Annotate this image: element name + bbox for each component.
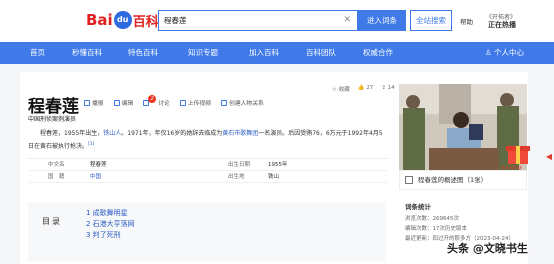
info-row: 国 籍 中国 出生地 铁山 (28, 171, 388, 183)
link-tieshan[interactable]: 铁山人 (103, 130, 121, 137)
nav-item-home[interactable]: 首页 (30, 42, 45, 64)
search-input[interactable]: 程春莲 ✕ (158, 10, 358, 31)
entry-actions: 播报 编辑 2 讨论 上传视频 创建人物关系 (84, 94, 264, 107)
speaker-icon (84, 99, 90, 106)
user-center-link[interactable]: ♙ 个人中心 (485, 42, 524, 64)
discuss-button[interactable]: 2 讨论 (143, 94, 170, 107)
views-count: 浏览次数：269645次 (405, 216, 459, 222)
collect-button[interactable]: ☆ 收藏 (332, 85, 350, 93)
reference-link[interactable]: [1] (88, 142, 94, 147)
nav-item-join[interactable]: 加入百科 (249, 42, 279, 64)
help-link[interactable]: 帮助 (460, 16, 473, 26)
toc-title: 目录 (42, 217, 62, 226)
basic-info-table: 中文名 程春莲 出生日期 1955年 国 籍 中国 出生地 铁山 (28, 158, 388, 183)
summary-paragraph: 程春莲，1955年出生，铁山人。1971年，年仅16岁的她辞去临成为黄石市歌舞团… (28, 130, 383, 150)
entry-subtitle: 中国刑侦案例演员 (28, 116, 77, 123)
photo-caption-link[interactable]: 程春莲的概述图（1张） (399, 170, 527, 190)
discuss-count-badge: 2 (148, 94, 157, 103)
table-of-contents: 目录 1 成歌舞明星 2 石港大亨落网 3 判了死刑 (28, 202, 386, 262)
broadcast-button[interactable]: 播报 (84, 98, 104, 107)
gallery-icon (405, 176, 413, 184)
enter-entry-button[interactable]: 进入词条 (358, 10, 406, 31)
search-value: 程春莲 (164, 16, 187, 25)
close-icon[interactable]: ✕ (343, 11, 351, 30)
watermark: 头条 @文晓书生 (447, 240, 528, 256)
nav-item-topics[interactable]: 知识专题 (188, 42, 218, 64)
promo-status[interactable]: 正在热播 (488, 20, 516, 30)
top-header: Bai du 百科 程春莲 ✕ 进入词条 全站搜索 帮助 《开拓者》 正在热播 (0, 0, 554, 42)
chevron-left-icon[interactable]: ◀ (546, 152, 552, 161)
pencil-icon (113, 99, 120, 106)
relation-icon (221, 99, 228, 106)
gift-graphic (506, 146, 530, 164)
nav-item-miaodong[interactable]: 秒懂百科 (72, 42, 102, 64)
info-row: 中文名 程春莲 出生日期 1955年 (28, 159, 388, 171)
site-search-button[interactable]: 全站搜索 (410, 10, 452, 31)
paw-icon: du (113, 11, 132, 29)
nav-item-featured[interactable]: 特色百科 (128, 42, 158, 64)
create-relation-button[interactable]: 创建人物关系 (221, 98, 264, 107)
stats-title: 词条统计 (405, 203, 431, 211)
like-button[interactable]: 👍 27 (358, 85, 374, 93)
user-center-label: 个人中心 (494, 48, 524, 57)
user-icon: ♙ (484, 48, 494, 57)
link-huangshi-troupe[interactable]: 黄石市歌舞团 (222, 130, 258, 137)
photo-caption: 程春莲的概述图（1张） (418, 176, 488, 184)
entry-stats: ☆ 收藏 👍 27 ⇪ 14 (332, 85, 395, 93)
upload-video-button[interactable]: 上传视频 (179, 98, 211, 107)
main-nav: 首页 秒懂百科 特色百科 知识专题 加入百科 百科团队 权威合作 ♙ 个人中心 (0, 42, 554, 64)
toc-list: 1 成歌舞明星 2 石港大亨落网 3 判了死刑 (86, 208, 135, 241)
logo-bai: Bai (86, 11, 113, 29)
toc-item[interactable]: 3 判了死刑 (86, 230, 135, 241)
edit-button[interactable]: 编辑 (113, 98, 133, 107)
nav-item-team[interactable]: 百科团队 (306, 42, 336, 64)
toc-item[interactable]: 2 石港大亨落网 (86, 219, 135, 230)
logo-baike: 百科 (132, 14, 159, 30)
video-icon (179, 99, 186, 106)
baike-page: Bai du 百科 程春莲 ✕ 进入词条 全站搜索 帮助 《开拓者》 正在热播 … (0, 0, 554, 264)
edit-count[interactable]: 编辑次数：17次历史版本 (405, 224, 521, 234)
toc-item[interactable]: 1 成歌舞明星 (86, 208, 135, 219)
nav-item-partners[interactable]: 权威合作 (363, 42, 393, 64)
share-button[interactable]: ⇪ 14 (381, 85, 394, 93)
baidu-baike-logo[interactable]: Bai du 百科 (86, 8, 159, 32)
watermark-text: 头条 @文晓书生 (447, 242, 528, 255)
